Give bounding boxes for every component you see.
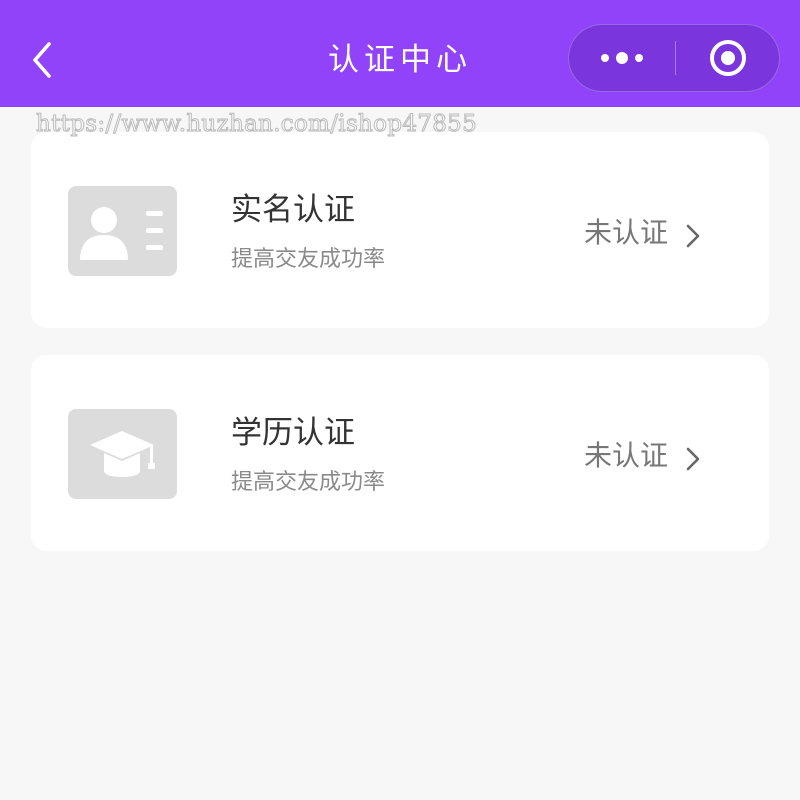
target-circle-icon [710,40,746,76]
chevron-right-icon [686,224,700,248]
chevron-left-icon [33,42,51,78]
real-name-verification-card[interactable]: 实名认证 提高交友成功率 未认证 [31,132,769,328]
navigation-bar: 认证中心 [0,0,800,107]
close-button[interactable] [676,25,780,91]
mini-program-capsule [568,24,780,92]
screen: 认证中心 https://www.huzhan.com/ishop47855 实… [0,0,800,800]
card-title: 学历认证 [231,415,355,451]
card-subtitle: 提高交友成功率 [231,470,386,495]
page-title: 认证中心 [328,42,472,78]
education-verification-card[interactable]: 学历认证 提高交友成功率 未认证 [31,355,769,551]
more-button[interactable] [569,25,675,91]
verification-status: 未认证 [584,439,669,472]
graduation-cap-icon [68,409,177,499]
id-card-icon [68,186,177,276]
verification-status: 未认证 [584,216,669,249]
card-subtitle: 提高交友成功率 [231,247,386,272]
card-title: 实名认证 [231,192,355,228]
back-button[interactable] [18,32,66,88]
chevron-right-icon [686,447,700,471]
more-dots-icon [601,52,643,64]
